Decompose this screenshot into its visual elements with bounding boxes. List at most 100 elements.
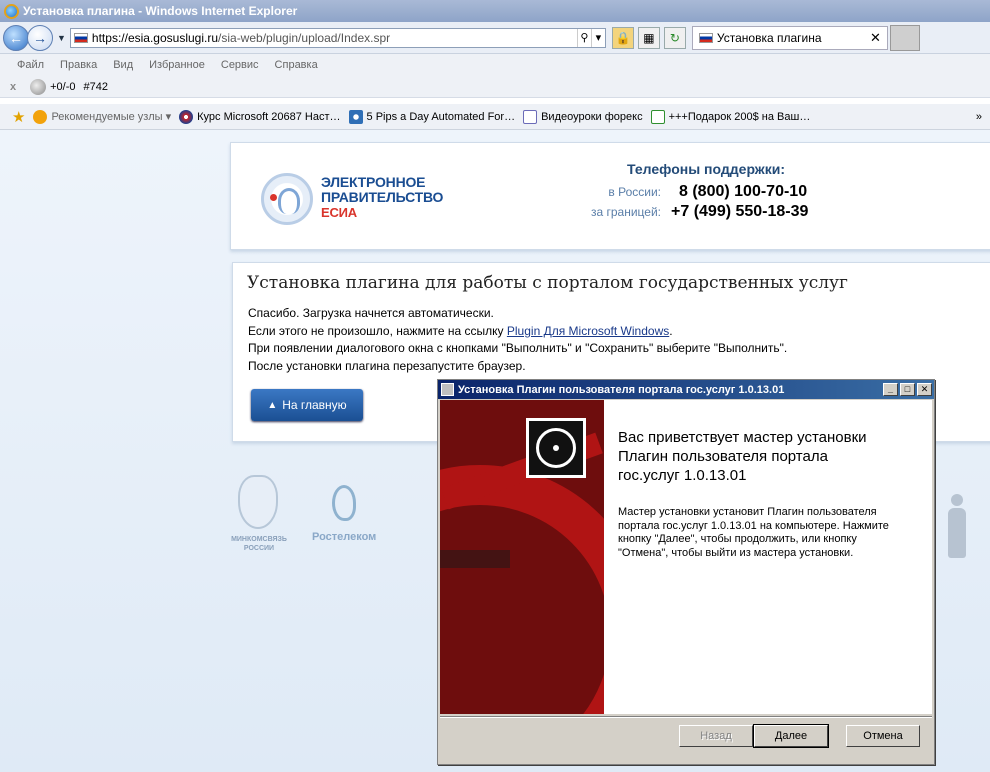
- history-dropdown-icon[interactable]: ▼: [57, 33, 66, 43]
- page-blank-icon: [523, 109, 538, 124]
- abroad-number: +7 (499) 550-18-39: [671, 203, 809, 220]
- close-toolbar-icon[interactable]: x: [10, 81, 16, 93]
- favorite-item-gift[interactable]: +++Подарок 200$ на Ваш…: [650, 109, 811, 124]
- minsvyaz-line2: РОССИИ: [243, 545, 275, 552]
- close-tab-icon[interactable]: ✕: [870, 30, 881, 46]
- tab-plugin-install[interactable]: Установка плагина ✕: [691, 25, 888, 50]
- russia-flag-icon: [73, 32, 88, 43]
- rostelecom-caption: Ростелеком: [312, 531, 377, 543]
- favorites-bar: ★ Рекомендуемые узлы ▾ Курс Microsoft 20…: [0, 104, 990, 130]
- address-dropdown-icon[interactable]: ▾: [590, 28, 605, 47]
- plugin-download-link[interactable]: Plugin Для Microsoft Windows: [507, 324, 669, 338]
- window-titlebar: Установка плагина - Windows Internet Exp…: [0, 0, 990, 22]
- home-button[interactable]: ▲ На главную: [251, 389, 363, 421]
- dialog-title: Установка Плагин пользователя портала го…: [458, 383, 785, 396]
- page-icon: [348, 109, 363, 124]
- compatibility-icon[interactable]: ▦: [637, 26, 660, 49]
- desc-line3: кнопку "Далее", чтобы продолжить, или кн…: [618, 533, 857, 545]
- address-tools: ⚲ ▾: [576, 28, 605, 47]
- cancel-wizard-button[interactable]: Отмена: [846, 725, 920, 747]
- desc-line4: "Отмена", чтобы выйти из мастера установ…: [618, 546, 854, 559]
- site-header: ЭЛЕКТРОННОЕ ПРАВИТЕЛЬСТВО ЕСИА Телефоны …: [230, 142, 990, 250]
- installer-dialog: Установка Плагин пользователя портала го…: [437, 379, 935, 765]
- favorite-label: +++Подарок 200$ на Ваш…: [668, 110, 811, 123]
- minimize-icon[interactable]: _: [883, 383, 898, 396]
- favorite-label: Курс Microsoft 20687 Наст…: [197, 110, 341, 123]
- close-icon[interactable]: ✕: [917, 383, 932, 396]
- menu-favorites[interactable]: Избранное: [149, 59, 205, 71]
- menu-edit[interactable]: Правка: [60, 59, 97, 71]
- maximize-icon[interactable]: □: [900, 383, 915, 396]
- menu-help[interactable]: Справка: [275, 59, 318, 71]
- menu-file[interactable]: Файл: [17, 59, 44, 71]
- back-wizard-button[interactable]: Назад: [679, 725, 753, 747]
- russia-flag-icon: [698, 32, 713, 43]
- page-title: Установка плагина для работы с порталом …: [247, 273, 848, 293]
- ie-page-icon: [650, 109, 665, 124]
- desc-line2: портала гос.услуг 1.0.13.01 на компьютер…: [618, 519, 889, 532]
- new-tab-button[interactable]: [889, 24, 920, 51]
- instruction-line3: При появлении диалогового окна с кнопкам…: [248, 341, 788, 355]
- menu-tools[interactable]: Сервис: [221, 59, 259, 71]
- welcome-line2: Плагин пользователя портала: [618, 448, 828, 465]
- globe-icon: [30, 78, 47, 95]
- address-bar[interactable]: https:// esia.gosuslugi.ru /sia-web/plug…: [69, 27, 606, 48]
- russia-label: в России:: [608, 185, 661, 199]
- welcome-line3: гос.услуг 1.0.13.01: [618, 467, 747, 484]
- orange-feed-icon: [33, 109, 48, 124]
- dialog-body: Вас приветствует мастер установки Плагин…: [440, 400, 932, 714]
- favorite-item-recommended[interactable]: Рекомендуемые узлы ▾: [33, 109, 172, 124]
- search-icon[interactable]: ⚲: [576, 28, 591, 47]
- address-host: esia.gosuslugi.ru: [127, 30, 219, 45]
- russia-number: 8 (800) 100-70-10: [679, 183, 808, 200]
- address-path: /sia-web/plugin/upload/Index.spr: [218, 30, 391, 45]
- ie-logo-icon: [4, 3, 19, 19]
- home-icon: ▲: [267, 399, 278, 411]
- abroad-label: за границей:: [590, 205, 661, 219]
- minsvyaz-logo[interactable]: МИНКОМСВЯЗЬ РОССИИ: [231, 475, 287, 552]
- favorite-label: Видеоуроки форекс: [541, 110, 643, 123]
- forward-button[interactable]: →: [27, 24, 53, 51]
- welcome-heading: Вас приветствует мастер установки Плагин…: [618, 428, 867, 485]
- installer-icon: [441, 383, 454, 396]
- rostelecom-logo[interactable]: Ростелеком: [312, 485, 376, 543]
- site-logo-text[interactable]: ЭЛЕКТРОННОЕ ПРАВИТЕЛЬСТВО ЕСИА: [321, 175, 444, 221]
- walking-woman-icon: [944, 494, 970, 564]
- favorite-item-forex[interactable]: Видеоуроки форекс: [523, 109, 643, 124]
- logo-line2: ПРАВИТЕЛЬСТВО: [321, 189, 444, 205]
- address-scheme: https://: [91, 30, 128, 45]
- dialog-separator: [440, 716, 932, 718]
- instruction-line2: Если этого не произошло, нажмите на ссыл…: [248, 323, 787, 341]
- more-favorites-icon[interactable]: »: [976, 111, 982, 123]
- globe-icon: [179, 109, 194, 124]
- logo-line3: ЕСИА: [321, 205, 357, 220]
- welcome-line1: Вас приветствует мастер установки: [618, 429, 867, 446]
- support-phones: Телефоны поддержки: в России: 8 (800) 10…: [583, 161, 808, 221]
- favorite-label: 5 Pips a Day Automated For…: [366, 110, 516, 123]
- phones-title: Телефоны поддержки:: [627, 161, 786, 177]
- menu-bar: Файл Правка Вид Избранное Сервис Справка: [0, 54, 990, 76]
- lock-icon[interactable]: 🔒: [611, 26, 634, 49]
- window-controls: _ □ ✕: [883, 383, 934, 396]
- home-button-label: На главную: [282, 398, 347, 412]
- window-title: Установка плагина - Windows Internet Exp…: [23, 4, 298, 18]
- favorites-star-icon[interactable]: ★: [12, 108, 25, 126]
- command-bar: x +0/-0 #742: [0, 76, 990, 98]
- favorite-item-microsoft[interactable]: Курс Microsoft 20687 Наст…: [179, 109, 341, 124]
- tab-title: Установка плагина: [716, 30, 822, 45]
- back-button[interactable]: ←: [3, 24, 29, 51]
- minsvyaz-caption: МИНКОМСВЯЗЬ РОССИИ: [228, 535, 290, 553]
- install-instructions: Спасибо. Загрузка начнется автоматически…: [248, 305, 787, 375]
- welcome-description: Мастер установки установит Плагин пользо…: [618, 506, 889, 560]
- dialog-titlebar[interactable]: Установка Плагин пользователя портала го…: [438, 380, 934, 399]
- counter-text: +0/-0: [50, 80, 76, 93]
- refresh-icon[interactable]: ↻: [663, 26, 686, 49]
- favorite-item-pips[interactable]: 5 Pips a Day Automated For…: [348, 109, 516, 124]
- next-wizard-button[interactable]: Далее: [753, 724, 829, 748]
- esia-logo-icon[interactable]: [261, 173, 313, 225]
- menu-view[interactable]: Вид: [113, 59, 133, 71]
- wizard-banner: [440, 400, 604, 714]
- favorite-label: Рекомендуемые узлы ▾: [51, 111, 172, 123]
- cd-disk-icon: [526, 418, 586, 478]
- coat-of-arms-icon: [238, 475, 278, 529]
